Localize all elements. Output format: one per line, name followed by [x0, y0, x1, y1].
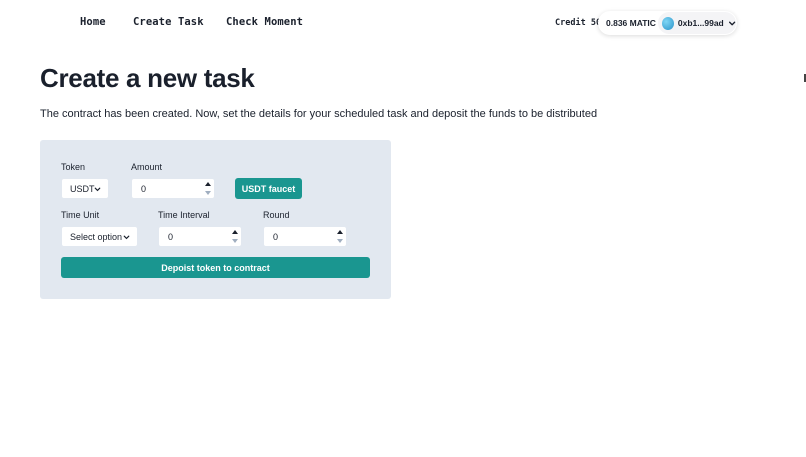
- deposit-button[interactable]: Depoist token to contract: [61, 257, 370, 278]
- time-interval-input[interactable]: 0: [158, 226, 242, 247]
- token-label: Token: [61, 162, 86, 172]
- page-description: The contract has been created. Now, set …: [40, 108, 598, 120]
- time-unit-select-value: Select option: [70, 231, 123, 242]
- time-unit-select[interactable]: Select option: [61, 226, 138, 247]
- nav-check-moment-link[interactable]: Check Moment: [226, 16, 303, 28]
- wallet-button[interactable]: 0.836 MATIC 0xb1...99ad: [598, 11, 737, 35]
- nav-create-task-link[interactable]: Create Task: [133, 16, 204, 28]
- amount-stepper[interactable]: [204, 181, 212, 198]
- round-label: Round: [263, 210, 290, 220]
- amount-value: 0: [141, 183, 147, 194]
- round-value: 0: [273, 231, 279, 242]
- time-interval-stepper[interactable]: [231, 229, 239, 246]
- increment-icon[interactable]: [337, 230, 343, 234]
- round-stepper[interactable]: [336, 229, 344, 246]
- account-avatar: [662, 16, 674, 30]
- token-select-value: USDT: [70, 183, 95, 194]
- chevron-down-icon: [728, 21, 736, 25]
- round-input[interactable]: 0: [263, 226, 347, 247]
- decrement-icon[interactable]: [232, 239, 238, 243]
- increment-icon[interactable]: [205, 182, 211, 186]
- top-nav: Home Create Task Check Moment Credit 50 …: [0, 0, 806, 46]
- account-button[interactable]: 0xb1...99ad: [658, 12, 736, 34]
- increment-icon[interactable]: [232, 230, 238, 234]
- time-interval-value: 0: [168, 231, 174, 242]
- credit-balance: Credit 50: [555, 18, 602, 28]
- decrement-icon[interactable]: [337, 239, 343, 243]
- page-title: Create a new task: [40, 63, 255, 93]
- task-form-panel: Token USDT Amount 0 USDT faucet Time Uni…: [40, 140, 391, 299]
- token-select[interactable]: USDT: [61, 178, 109, 199]
- matic-balance: 0.836 MATIC: [606, 18, 656, 28]
- amount-label: Amount: [131, 162, 163, 172]
- chevron-down-icon: [94, 187, 101, 192]
- time-interval-label: Time Interval: [158, 210, 210, 220]
- time-unit-label: Time Unit: [61, 210, 100, 220]
- account-address: 0xb1...99ad: [677, 18, 724, 28]
- decrement-icon[interactable]: [205, 191, 211, 195]
- nav-home-link[interactable]: Home: [80, 16, 106, 28]
- usdt-faucet-button[interactable]: USDT faucet: [235, 178, 302, 199]
- chevron-down-icon: [123, 235, 130, 240]
- amount-input[interactable]: 0: [131, 178, 215, 199]
